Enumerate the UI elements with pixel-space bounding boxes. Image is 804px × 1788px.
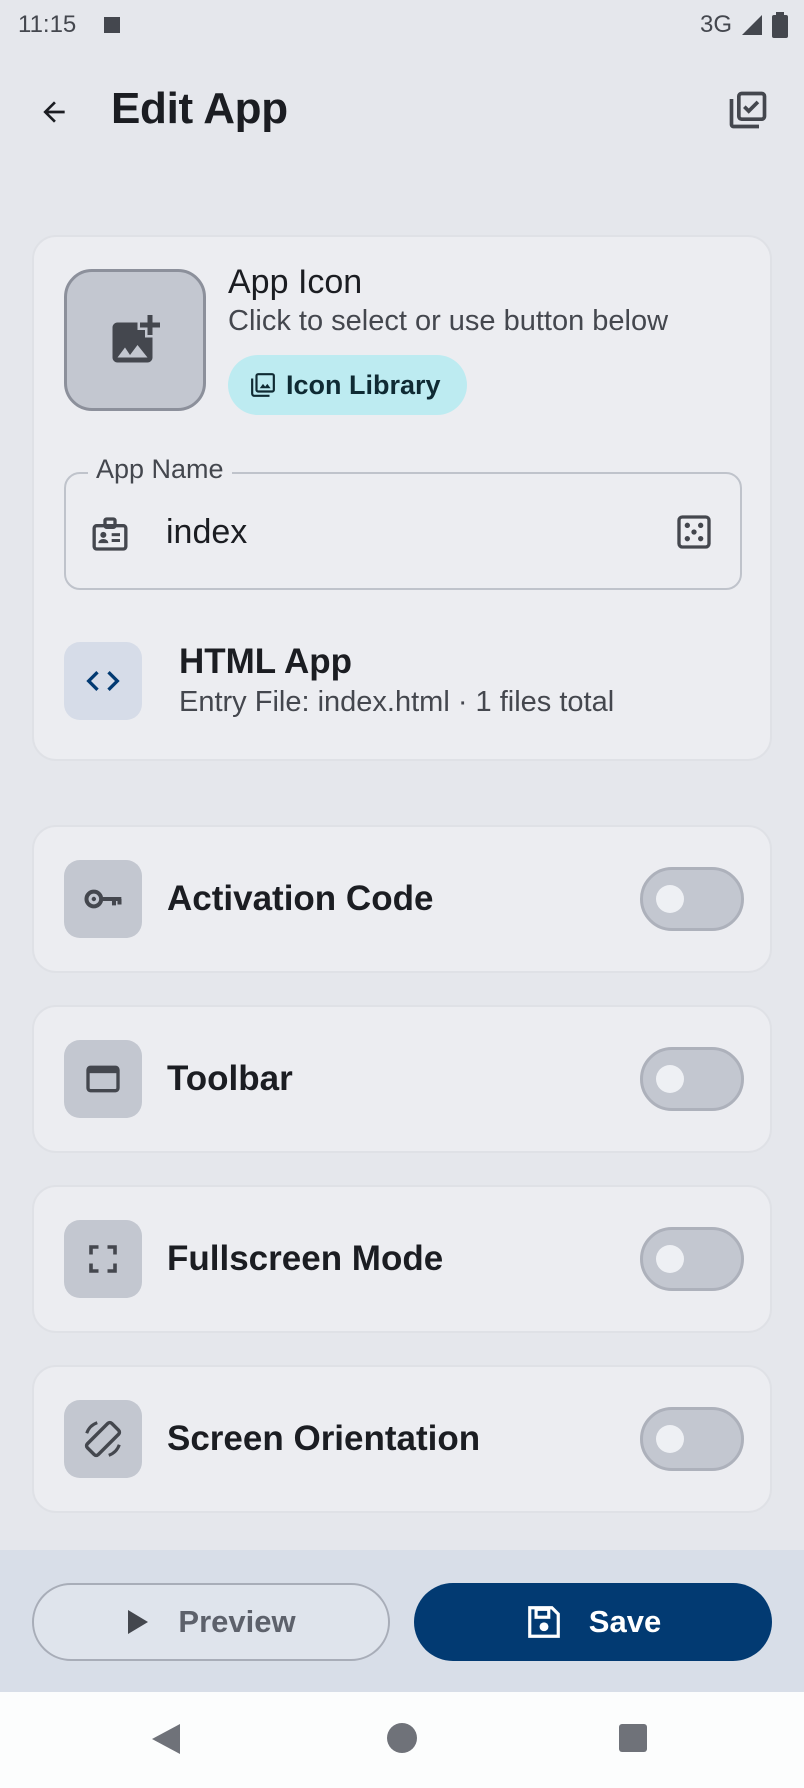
switch-knob: [656, 1425, 684, 1453]
setting-label: Screen Orientation: [167, 1419, 481, 1458]
random-dice-icon[interactable]: [674, 512, 714, 557]
back-button[interactable]: [32, 90, 76, 134]
photo-library-icon: [251, 373, 275, 397]
screen-rotation-icon: [64, 1400, 142, 1478]
nav-back-icon[interactable]: [150, 1722, 182, 1756]
toolbar-switch[interactable]: [640, 1047, 744, 1111]
app-bar: Edit App: [0, 60, 804, 160]
fullscreen-switch[interactable]: [640, 1227, 744, 1291]
preview-button[interactable]: Preview: [32, 1583, 390, 1661]
library-add-check-icon: [729, 91, 767, 129]
app-type-subtitle: Entry File: index.html · 1 files total: [179, 686, 615, 718]
setting-label: Toolbar: [167, 1059, 293, 1098]
setting-activation-code: Activation Code: [32, 825, 772, 973]
page-title: Edit App: [111, 84, 288, 133]
add-photo-icon: [112, 315, 160, 363]
code-icon: [64, 642, 142, 720]
save-icon: [527, 1606, 560, 1638]
network-type: 3G: [699, 11, 732, 38]
status-bar: 11:15 3G: [0, 0, 804, 50]
save-button[interactable]: Save: [414, 1583, 772, 1661]
icon-library-label: Icon Library: [286, 369, 441, 400]
window-icon: [64, 1040, 142, 1118]
preview-label: Preview: [178, 1604, 296, 1639]
app-name-field: App Name: [64, 454, 742, 590]
screen-orientation-switch[interactable]: [640, 1407, 744, 1471]
fullscreen-icon: [64, 1220, 142, 1298]
app-info-card: App Icon Click to select or use button b…: [32, 235, 772, 761]
switch-knob: [656, 1065, 684, 1093]
key-icon: [64, 860, 142, 938]
play-icon: [128, 1610, 149, 1634]
app-icon-subtitle: Click to select or use button below: [228, 305, 669, 337]
app-icon-title: App Icon: [228, 263, 363, 301]
notification-icon: [104, 17, 121, 33]
activation-code-switch[interactable]: [640, 867, 744, 931]
edit-app-screen: 11:15 3G Edit App App Icon Click to sele…: [0, 0, 804, 1788]
setting-label: Activation Code: [167, 879, 434, 918]
setting-fullscreen-mode: Fullscreen Mode: [32, 1185, 772, 1333]
app-type-info: HTML App Entry File: index.html · 1 file…: [64, 642, 744, 722]
app-icon-picker[interactable]: [64, 269, 206, 411]
bottom-action-bar: Preview Save: [0, 1550, 804, 1692]
system-navigation-bar: [0, 1692, 804, 1788]
arrow-back-icon: [43, 101, 65, 123]
switch-knob: [656, 1245, 684, 1273]
batch-select-button[interactable]: [724, 86, 772, 134]
save-label: Save: [588, 1604, 662, 1639]
switch-knob: [656, 885, 684, 913]
nav-recents-icon[interactable]: [619, 1724, 647, 1752]
setting-screen-orientation: Screen Orientation: [32, 1365, 772, 1513]
setting-toolbar: Toolbar: [32, 1005, 772, 1153]
app-name-input[interactable]: [166, 504, 646, 560]
battery-icon: [772, 12, 788, 38]
setting-label: Fullscreen Mode: [167, 1239, 444, 1278]
app-name-label: App Name: [88, 454, 232, 485]
status-time: 11:15: [18, 11, 77, 38]
app-type-title: HTML App: [179, 642, 353, 681]
nav-home-icon[interactable]: [387, 1723, 417, 1753]
icon-library-button[interactable]: Icon Library: [228, 355, 467, 415]
badge-icon: [90, 514, 130, 559]
signal-icon: [742, 15, 762, 35]
